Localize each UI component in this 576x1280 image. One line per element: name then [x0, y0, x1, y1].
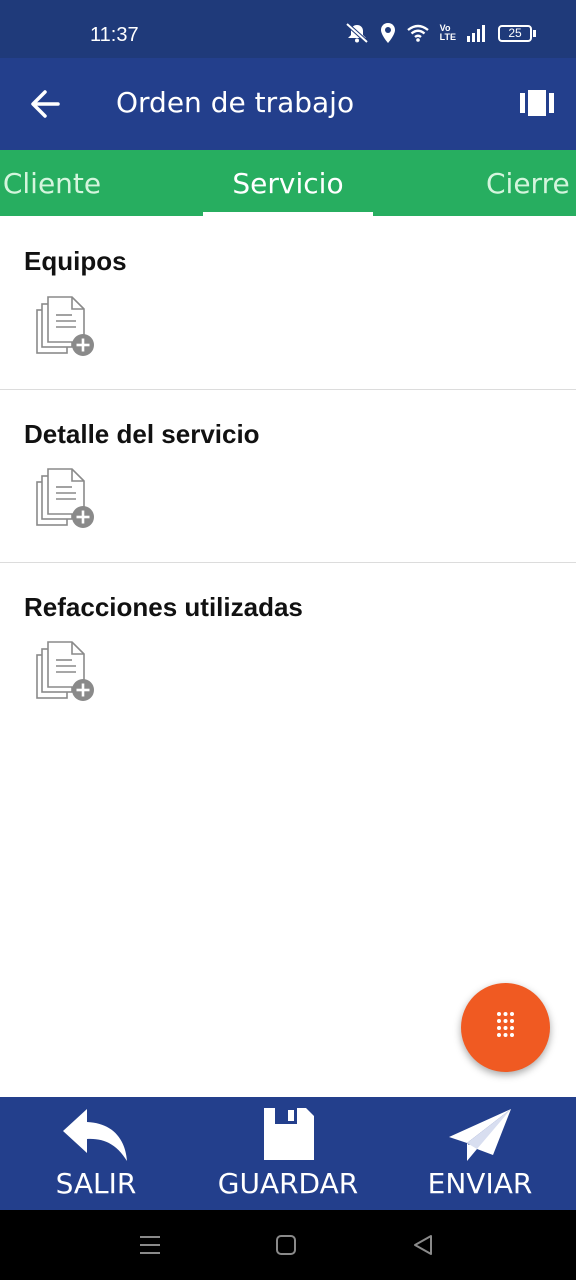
back-button[interactable]	[24, 84, 68, 124]
guardar-label: GUARDAR	[217, 1167, 359, 1200]
add-document-icon	[36, 468, 94, 528]
status-icons: Vo LTE 25	[344, 22, 536, 44]
send-plane-icon	[449, 1109, 511, 1161]
arrow-left-icon	[31, 90, 60, 118]
tab-bar: Cliente Servicio Cierre	[0, 150, 576, 216]
reply-arrow-icon	[63, 1109, 127, 1161]
cards-icon	[520, 90, 554, 116]
dial-pad-icon	[497, 1012, 514, 1037]
salir-label: SALIR	[55, 1167, 137, 1200]
enviar-label: ENVIAR	[427, 1167, 533, 1200]
section-title: Refacciones utilizadas	[24, 592, 303, 622]
section-title: Detalle del servicio	[24, 419, 260, 449]
page-title: Orden de trabajo	[116, 86, 355, 119]
status-bar: 11:37 Vo LTE 25	[0, 0, 576, 58]
app-bar: Orden de trabajo	[0, 58, 576, 150]
back-nav-icon[interactable]	[413, 1234, 433, 1256]
wifi-icon	[406, 24, 429, 42]
mute-bell-icon	[345, 22, 368, 44]
add-document-icon	[36, 641, 94, 701]
signal-icon	[467, 25, 485, 42]
floppy-disk-icon	[264, 1108, 314, 1160]
add-equipo-button[interactable]	[36, 296, 96, 358]
bottom-action-bar: SALIR GUARDAR ENVIAR	[0, 1097, 576, 1210]
recent-apps-icon[interactable]	[139, 1234, 161, 1256]
tab-servicio[interactable]: Servicio	[203, 150, 373, 216]
enviar-button[interactable]: ENVIAR	[395, 1097, 565, 1210]
add-document-icon	[36, 296, 94, 356]
volte-label: Vo LTE	[440, 24, 456, 42]
location-icon	[380, 23, 395, 43]
section-equipos: Equipos	[0, 216, 576, 390]
system-nav-bar	[0, 1210, 576, 1280]
section-detalle: Detalle del servicio	[0, 390, 576, 563]
guardar-button[interactable]: GUARDAR	[203, 1097, 373, 1210]
battery-level: 25	[498, 24, 532, 42]
salir-button[interactable]: SALIR	[11, 1097, 181, 1210]
section-refacciones: Refacciones utilizadas	[0, 563, 576, 733]
tab-cliente[interactable]: Cliente	[0, 150, 104, 216]
cards-button[interactable]	[520, 86, 554, 120]
add-detalle-button[interactable]	[36, 468, 96, 530]
battery-icon: 25	[498, 24, 536, 42]
section-title: Equipos	[24, 246, 127, 276]
tab-cierre[interactable]: Cierre	[486, 150, 576, 216]
add-refaccion-button[interactable]	[36, 641, 96, 703]
fab-menu-button[interactable]	[461, 983, 550, 1072]
status-time: 11:37	[90, 24, 139, 46]
home-icon[interactable]	[276, 1235, 296, 1255]
volte-bottom: LTE	[439, 32, 456, 42]
